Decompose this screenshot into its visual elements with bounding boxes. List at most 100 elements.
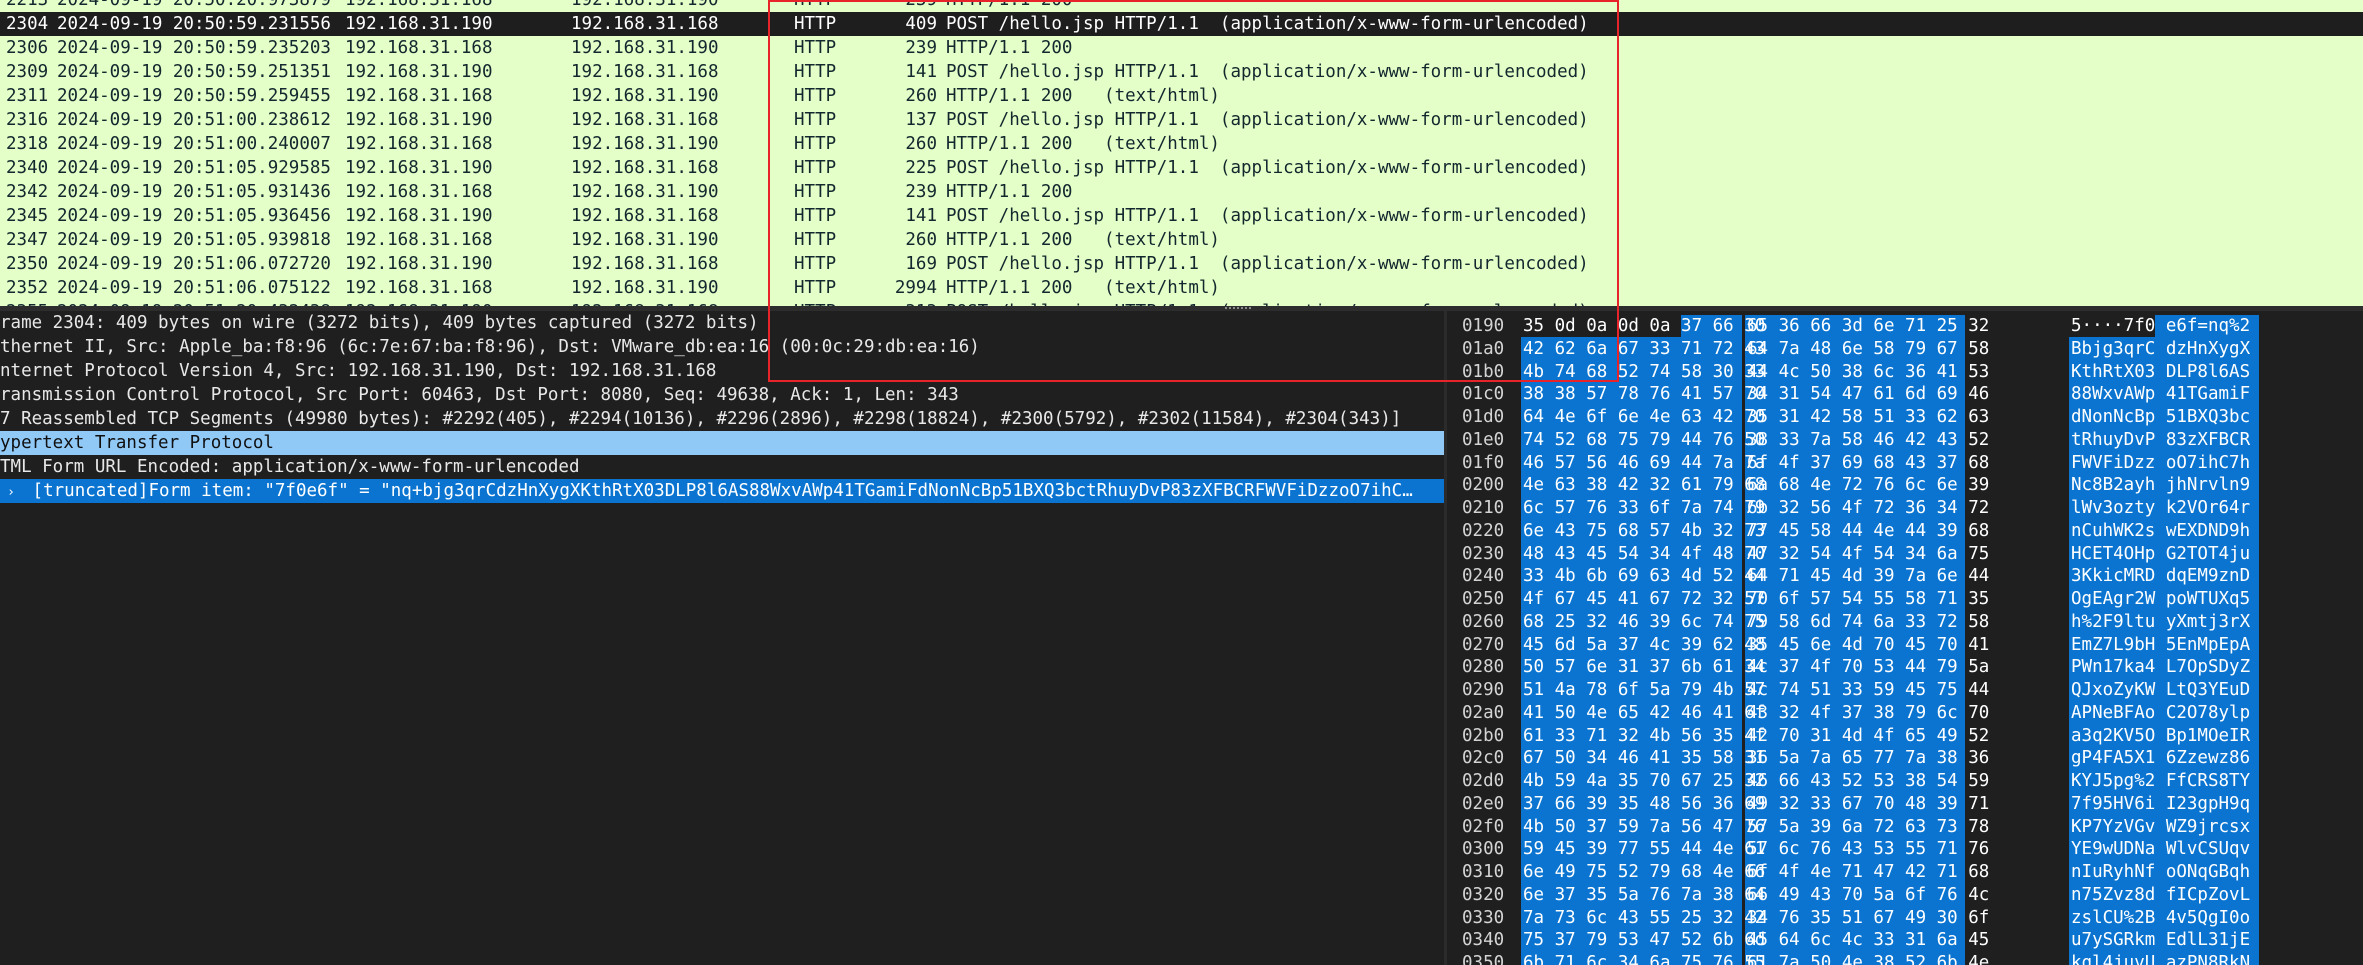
ascii-dump: nIuRyhNf oONqGBqh [2071, 862, 2251, 882]
packet-destination: 192.168.31.168 [571, 206, 719, 226]
packet-protocol: HTTP [794, 110, 837, 130]
packet-length: 225 [905, 158, 937, 178]
packet-row[interactable]: 2213 2024-09-19 20:50:20.973879 192.168.31… [0, 0, 2363, 12]
hex-offset: 0190 [1462, 316, 1505, 336]
hex-bytes-left: 6e 37 35 5a 76 7a 38 64 [1523, 884, 1766, 905]
packet-destination: 192.168.31.190 [571, 134, 719, 154]
packet-source: 192.168.31.190 [345, 206, 493, 226]
packet-protocol: HTTP [794, 14, 837, 34]
hex-bytes-left: 38 38 57 78 76 41 57 70 [1523, 384, 1766, 405]
detail-tree-item[interactable]: nternet Protocol Version 4, Src: 192.168… [0, 359, 1444, 383]
packet-length: 2994 [894, 278, 937, 298]
detail-tree-item[interactable]: 7 Reassembled TCP Segments (49980 bytes)… [0, 407, 1444, 431]
packet-protocol: HTTP [794, 86, 837, 106]
hex-bytes-right: 42 70 31 4d 4f 65 49 52 [1747, 725, 1990, 746]
hex-bytes-left: 6c 57 76 33 6f 7a 74 79 [1523, 498, 1766, 518]
packet-info: POST /hello.jsp HTTP/1.1 (application/x-… [946, 254, 1589, 274]
packet-info: POST /hello.jsp HTTP/1.1 (application/x-… [946, 110, 1589, 130]
detail-tree-item[interactable]: thernet II, Src: Apple_ba:f8:96 (6c:7e:6… [0, 335, 1444, 359]
packet-number: 2347 [6, 230, 49, 250]
packet-row[interactable]: 2306 2024-09-19 20:50:59.235203 192.168.31… [0, 36, 2363, 60]
packet-info: POST /hello.jsp HTTP/1.1 (application/x-… [946, 14, 1589, 34]
hex-offset: 0250 [1462, 589, 1505, 609]
packet-row[interactable]: 2347 2024-09-19 20:51:05.939818 192.168.31… [0, 228, 2363, 252]
detail-tree-label: TML Form URL Encoded: application/x-www-… [0, 457, 580, 477]
hex-bytes-right: 6f 4f 4e 71 47 42 71 68 [1747, 862, 1990, 882]
packet-source: 192.168.31.168 [345, 134, 493, 154]
detail-tree-label: nternet Protocol Version 4, Src: 192.168… [0, 361, 717, 381]
hex-offset: 0340 [1462, 930, 1505, 951]
packet-row[interactable]: 2350 2024-09-19 20:51:06.072720 192.168.31… [0, 252, 2363, 276]
packet-info: HTTP/1.1 200 [946, 38, 1073, 58]
hex-bytes-left: 7a 73 6c 43 55 25 32 42 [1523, 907, 1766, 928]
packet-time: 2024-09-19 20:50:59.259455 [57, 86, 331, 106]
packet-row[interactable]: 2345 2024-09-19 20:51:05.936456 192.168.31… [0, 204, 2363, 228]
detail-tree-item[interactable]: TML Form URL Encoded: application/x-www-… [0, 455, 1444, 479]
packet-destination: 192.168.31.190 [571, 86, 719, 106]
expand-arrow-icon[interactable]: › [0, 481, 22, 503]
hex-bytes-right: 35 45 6e 4d 70 45 70 41 [1747, 634, 1990, 655]
hex-bytes-left: 50 57 6e 31 37 6b 61 34 [1523, 657, 1766, 678]
packet-details-tree[interactable]: rame 2304: 409 bytes on wire (3272 bits)… [0, 311, 1444, 965]
packet-number: 2306 [6, 38, 49, 58]
packet-info: HTTP/1.1 200 (text/html) [946, 278, 1220, 298]
ascii-dump: YE9wUDNa WlvCSUqv [2071, 839, 2251, 860]
packet-destination: 192.168.31.168 [571, 254, 719, 274]
packet-list[interactable]: 2213 2024-09-19 20:50:20.973879 192.168.31… [0, 0, 2363, 311]
detail-tree-label: ransmission Control Protocol, Src Port: … [0, 385, 959, 405]
hex-bytes-left: 4f 67 45 41 67 72 32 57 [1523, 589, 1766, 609]
packet-protocol: HTTP [794, 62, 837, 82]
packet-time: 2024-09-19 20:51:06.072720 [57, 254, 331, 274]
packet-row[interactable]: 2311 2024-09-19 20:50:59.259455 192.168.31… [0, 84, 2363, 108]
detail-tree-item[interactable]: › [truncated]Form item: "7f0e6f" = "nq+b… [0, 479, 1444, 503]
packet-info: HTTP/1.1 200 (text/html) [946, 230, 1220, 250]
hex-bytes-right: 6b 32 56 4f 72 36 34 72 [1747, 498, 1990, 518]
packet-destination: 192.168.31.190 [571, 38, 719, 58]
packet-row[interactable]: 2309 2024-09-19 20:50:59.251351 192.168.31… [0, 60, 2363, 84]
ascii-dump: OgEAgr2W poWTUXq5 [2071, 589, 2251, 609]
hex-offset: 0290 [1462, 680, 1505, 700]
packet-row[interactable]: 2342 2024-09-19 20:51:05.931436 192.168.31… [0, 180, 2363, 204]
packet-row[interactable]: 2340 2024-09-19 20:51:05.929585 192.168.31… [0, 156, 2363, 180]
ascii-dump: KthRtX03 DLP8l6AS [2071, 361, 2251, 382]
hex-bytes-left: 41 50 4e 65 42 46 41 6f [1523, 702, 1766, 723]
hex-bytes-right: 65 36 66 3d 6e 71 25 32 [1747, 316, 1990, 336]
packet-bytes-pane[interactable]: 0190 35 0d 0a 0d 0a 37 66 30 65 36 66 3d 6… [1447, 311, 2363, 965]
packet-length: 141 [905, 62, 937, 82]
hex-offset: 0230 [1462, 543, 1505, 564]
packet-protocol: HTTP [794, 38, 837, 58]
detail-tree-item[interactable]: rame 2304: 409 bytes on wire (3272 bits)… [0, 311, 1444, 335]
hex-bytes-left: 45 6d 5a 37 4c 39 62 48 [1523, 634, 1766, 655]
hex-bytes-left: 4e 63 38 42 32 61 79 68 [1523, 475, 1766, 496]
packet-time: 2024-09-19 20:51:00.240007 [57, 134, 331, 154]
ascii-dump: KYJ5pg%2 FfCRS8TY [2071, 771, 2251, 791]
packet-row[interactable]: 2304 2024-09-19 20:50:59.231556 192.168.31… [0, 12, 2363, 36]
detail-tree-item[interactable]: ypertext Transfer Protocol [0, 431, 1444, 455]
hex-bytes-right: 34 76 35 51 67 49 30 6f [1747, 907, 1990, 928]
hex-bytes-left: 4b 59 4a 35 70 67 25 32 [1523, 771, 1766, 791]
ascii-dump: h%2F9ltu yXmtj3rX [2071, 611, 2251, 632]
hex-offset: 01a0 [1462, 338, 1505, 359]
hex-bytes-left: 68 25 32 46 39 6c 74 75 [1523, 611, 1766, 632]
packet-number: 2304 [6, 14, 49, 34]
hex-offset: 0320 [1462, 884, 1505, 905]
hex-offset: 01d0 [1462, 407, 1505, 427]
packet-row[interactable]: 2352 2024-09-19 20:51:06.075122 192.168.31… [0, 276, 2363, 300]
hex-bytes-left: 51 4a 78 6f 5a 79 4b 57 [1523, 680, 1766, 700]
packet-destination: 192.168.31.168 [571, 62, 719, 82]
packet-info: POST /hello.jsp HTTP/1.1 (application/x-… [946, 206, 1589, 226]
hex-bytes-left: 6b 71 6c 34 6a 75 76 55 [1523, 953, 1766, 965]
packet-time: 2024-09-19 20:50:59.231556 [57, 14, 331, 34]
hex-bytes-right: 79 58 6d 74 6a 33 72 58 [1747, 611, 1990, 632]
ascii-dump: KP7YzVGv WZ9jrcsx [2071, 816, 2251, 837]
packet-row[interactable]: 2316 2024-09-19 20:51:00.238612 192.168.31… [0, 108, 2363, 132]
packet-time: 2024-09-19 20:50:20.973879 [57, 0, 331, 10]
detail-tree-item[interactable]: ransmission Control Protocol, Src Port: … [0, 383, 1444, 407]
packet-row[interactable]: 2318 2024-09-19 20:51:00.240007 192.168.31… [0, 132, 2363, 156]
hex-offset: 0310 [1462, 862, 1505, 882]
packet-length: 239 [905, 38, 937, 58]
hex-offset: 0210 [1462, 498, 1505, 518]
packet-destination: 192.168.31.168 [571, 14, 719, 34]
hex-bytes-left: 74 52 68 75 79 44 76 50 [1523, 429, 1766, 450]
packet-number: 2350 [6, 254, 49, 274]
